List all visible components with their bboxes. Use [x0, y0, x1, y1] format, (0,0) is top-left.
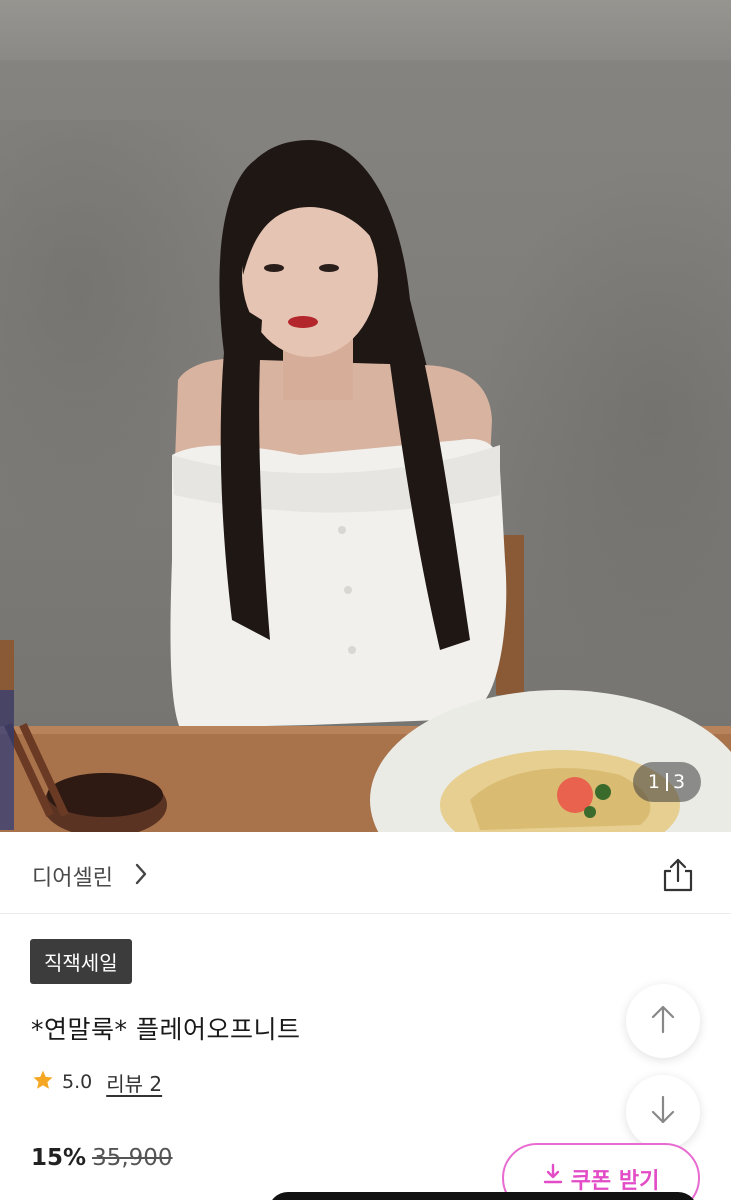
discount-rate: 15%	[31, 1145, 87, 1171]
product-title: *연말룩* 플레어오프니트	[31, 1015, 301, 1044]
share-icon[interactable]	[660, 857, 696, 897]
image-counter-divider	[666, 773, 668, 791]
photo-illustration	[0, 140, 731, 832]
review-link[interactable]: 리뷰 2	[106, 1068, 162, 1097]
arrow-down-icon	[650, 1095, 676, 1129]
rating-row: 5.0 리뷰 2	[32, 1067, 162, 1097]
image-counter-current: 1	[647, 771, 661, 793]
rating-score: 5.0	[62, 1071, 93, 1093]
product-image[interactable]: 1 3	[0, 0, 731, 832]
price-row: 15% 35,900	[31, 1145, 173, 1171]
bottom-action-bar[interactable]	[268, 1192, 698, 1200]
image-counter-total: 3	[673, 771, 687, 793]
coupon-label: 쿠폰 받기	[570, 1169, 660, 1194]
scroll-top-button[interactable]	[626, 984, 700, 1058]
scroll-bottom-button[interactable]	[626, 1075, 700, 1149]
image-counter: 1 3	[633, 762, 701, 802]
chevron-right-icon[interactable]	[134, 863, 148, 889]
download-icon	[543, 1163, 563, 1191]
brand-link[interactable]: 디어셀린	[32, 860, 113, 892]
sale-badge: 직잭세일	[30, 939, 132, 984]
original-price: 35,900	[92, 1145, 173, 1171]
brand-row: 디어셀린	[0, 832, 731, 914]
arrow-up-icon	[650, 1004, 676, 1038]
star-icon	[32, 1069, 54, 1095]
